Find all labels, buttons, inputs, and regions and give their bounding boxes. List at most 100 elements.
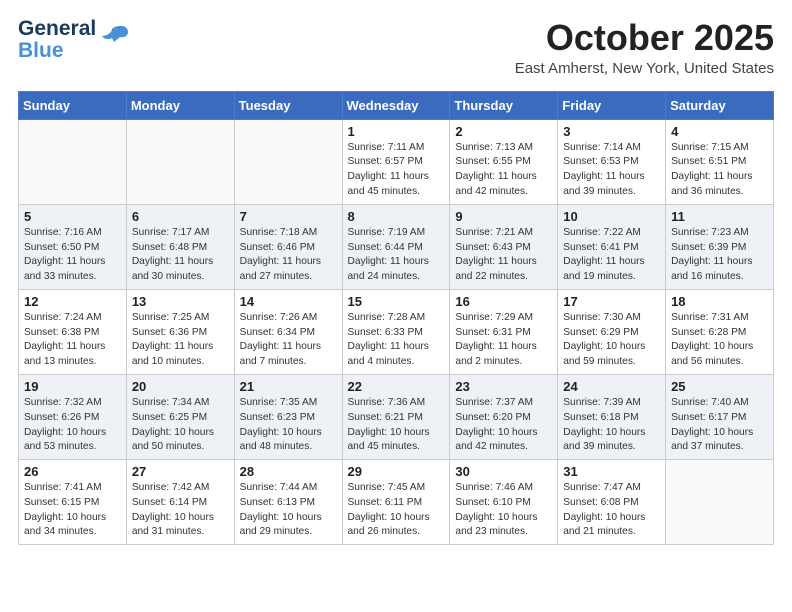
day-info: Sunrise: 7:41 AMSunset: 6:15 PMDaylight:… — [24, 481, 121, 540]
weekday-header-tuesday: Tuesday — [234, 91, 342, 119]
day-number: 26 — [24, 464, 121, 479]
weekday-header-monday: Monday — [126, 91, 234, 119]
day-number: 21 — [240, 379, 337, 394]
calendar-cell: 24Sunrise: 7:39 AMSunset: 6:18 PMDayligh… — [558, 374, 666, 459]
day-number: 5 — [24, 209, 121, 224]
day-number: 16 — [455, 294, 552, 309]
day-info: Sunrise: 7:18 AMSunset: 6:46 PMDaylight:… — [240, 226, 337, 285]
calendar-cell: 26 Sunrise: 7:41 AMSunset: 6:15 PMDayligh… — [19, 460, 127, 545]
calendar-cell: 4 Sunrise: 7:15 AMSunset: 6:51 PMDaylight… — [666, 119, 774, 204]
week-row-4: 19Sunrise: 7:32 AMSunset: 6:26 PMDayligh… — [19, 374, 774, 459]
title-block: October 2025 East Amherst, New York, Uni… — [515, 18, 774, 77]
day-info: Sunrise: 7:42 AMSunset: 6:14 PMDaylight:… — [132, 481, 229, 540]
calendar-cell: 2 Sunrise: 7:13 AMSunset: 6:55 PMDaylight… — [450, 119, 558, 204]
location: East Amherst, New York, United States — [515, 60, 774, 77]
day-number: 8 — [348, 209, 445, 224]
day-info: Sunrise: 7:21 AMSunset: 6:43 PMDaylight:… — [455, 226, 552, 285]
day-number: 23 — [455, 379, 552, 394]
day-info: Sunrise: 7:46 AMSunset: 6:10 PMDaylight:… — [455, 481, 552, 540]
calendar-cell: 6Sunrise: 7:17 AMSunset: 6:48 PMDaylight… — [126, 204, 234, 289]
day-number: 31 — [563, 464, 660, 479]
calendar-cell: 8 Sunrise: 7:19 AMSunset: 6:44 PMDaylight… — [342, 204, 450, 289]
day-info: Sunrise: 7:36 AMSunset: 6:21 PMDaylight:… — [348, 396, 445, 455]
day-number: 14 — [240, 294, 337, 309]
calendar-cell — [126, 119, 234, 204]
calendar-cell: 17 Sunrise: 7:30 AMSunset: 6:29 PMDayligh… — [558, 289, 666, 374]
day-number: 22 — [348, 379, 445, 394]
calendar-cell: 28 Sunrise: 7:44 AMSunset: 6:13 PMDayligh… — [234, 460, 342, 545]
day-info: Sunrise: 7:35 AMSunset: 6:23 PMDaylight:… — [240, 396, 337, 455]
day-info: Sunrise: 7:32 AMSunset: 6:26 PMDaylight:… — [24, 396, 121, 455]
day-info: Sunrise: 7:44 AMSunset: 6:13 PMDaylight:… — [240, 481, 337, 540]
weekday-header-wednesday: Wednesday — [342, 91, 450, 119]
day-info: Sunrise: 7:26 AMSunset: 6:34 PMDaylight:… — [240, 311, 337, 370]
day-info: Sunrise: 7:25 AMSunset: 6:36 PMDaylight:… — [132, 311, 229, 370]
calendar-cell: 21 Sunrise: 7:35 AMSunset: 6:23 PMDayligh… — [234, 374, 342, 459]
day-number: 29 — [348, 464, 445, 479]
day-number: 3 — [563, 124, 660, 139]
calendar-cell: 7 Sunrise: 7:18 AMSunset: 6:46 PMDaylight… — [234, 204, 342, 289]
calendar-cell: 10Sunrise: 7:22 AMSunset: 6:41 PMDayligh… — [558, 204, 666, 289]
day-info: Sunrise: 7:14 AMSunset: 6:53 PMDaylight:… — [563, 141, 660, 200]
day-number: 9 — [455, 209, 552, 224]
day-info: Sunrise: 7:39 AMSunset: 6:18 PMDaylight:… — [563, 396, 660, 455]
day-info: Sunrise: 7:13 AMSunset: 6:55 PMDaylight:… — [455, 141, 552, 200]
day-number: 25 — [671, 379, 768, 394]
calendar-cell: 11Sunrise: 7:23 AMSunset: 6:39 PMDayligh… — [666, 204, 774, 289]
day-info: Sunrise: 7:19 AMSunset: 6:44 PMDaylight:… — [348, 226, 445, 285]
calendar-cell — [666, 460, 774, 545]
logo: General Blue — [18, 18, 130, 62]
week-row-3: 12 Sunrise: 7:24 AMSunset: 6:38 PMDayligh… — [19, 289, 774, 374]
day-number: 12 — [24, 294, 121, 309]
calendar-cell: 3 Sunrise: 7:14 AMSunset: 6:53 PMDaylight… — [558, 119, 666, 204]
weekday-header-friday: Friday — [558, 91, 666, 119]
day-number: 1 — [348, 124, 445, 139]
logo-blue: Blue — [18, 40, 96, 62]
calendar-cell: 22 Sunrise: 7:36 AMSunset: 6:21 PMDayligh… — [342, 374, 450, 459]
calendar-cell: 9 Sunrise: 7:21 AMSunset: 6:43 PMDaylight… — [450, 204, 558, 289]
logo-bird-icon — [98, 24, 130, 52]
week-row-1: 1Sunrise: 7:11 AMSunset: 6:57 PMDaylight… — [19, 119, 774, 204]
weekday-header-row: SundayMondayTuesdayWednesdayThursdayFrid… — [19, 91, 774, 119]
day-number: 2 — [455, 124, 552, 139]
calendar-cell — [234, 119, 342, 204]
calendar-cell: 20Sunrise: 7:34 AMSunset: 6:25 PMDayligh… — [126, 374, 234, 459]
calendar-cell: 13 Sunrise: 7:25 AMSunset: 6:36 PMDayligh… — [126, 289, 234, 374]
calendar-cell: 1Sunrise: 7:11 AMSunset: 6:57 PMDaylight… — [342, 119, 450, 204]
calendar-cell: 23Sunrise: 7:37 AMSunset: 6:20 PMDayligh… — [450, 374, 558, 459]
day-number: 18 — [671, 294, 768, 309]
calendar-cell: 18 Sunrise: 7:31 AMSunset: 6:28 PMDayligh… — [666, 289, 774, 374]
day-info: Sunrise: 7:24 AMSunset: 6:38 PMDaylight:… — [24, 311, 121, 370]
calendar-cell: 15Sunrise: 7:28 AMSunset: 6:33 PMDayligh… — [342, 289, 450, 374]
calendar-cell: 29 Sunrise: 7:45 AMSunset: 6:11 PMDayligh… — [342, 460, 450, 545]
day-info: Sunrise: 7:34 AMSunset: 6:25 PMDaylight:… — [132, 396, 229, 455]
day-info: Sunrise: 7:47 AMSunset: 6:08 PMDaylight:… — [563, 481, 660, 540]
calendar-cell: 14 Sunrise: 7:26 AMSunset: 6:34 PMDayligh… — [234, 289, 342, 374]
day-number: 17 — [563, 294, 660, 309]
weekday-header-thursday: Thursday — [450, 91, 558, 119]
day-info: Sunrise: 7:17 AMSunset: 6:48 PMDaylight:… — [132, 226, 229, 285]
day-number: 28 — [240, 464, 337, 479]
calendar-cell: 27 Sunrise: 7:42 AMSunset: 6:14 PMDayligh… — [126, 460, 234, 545]
day-info: Sunrise: 7:15 AMSunset: 6:51 PMDaylight:… — [671, 141, 768, 200]
calendar-cell: 16 Sunrise: 7:29 AMSunset: 6:31 PMDayligh… — [450, 289, 558, 374]
day-number: 7 — [240, 209, 337, 224]
day-number: 4 — [671, 124, 768, 139]
day-number: 27 — [132, 464, 229, 479]
header: General Blue October 2025 East Amherst, … — [18, 18, 774, 77]
day-info: Sunrise: 7:28 AMSunset: 6:33 PMDaylight:… — [348, 311, 445, 370]
day-info: Sunrise: 7:31 AMSunset: 6:28 PMDaylight:… — [671, 311, 768, 370]
day-info: Sunrise: 7:40 AMSunset: 6:17 PMDaylight:… — [671, 396, 768, 455]
calendar-cell: 30Sunrise: 7:46 AMSunset: 6:10 PMDayligh… — [450, 460, 558, 545]
day-info: Sunrise: 7:29 AMSunset: 6:31 PMDaylight:… — [455, 311, 552, 370]
logo-general: General — [18, 18, 96, 40]
calendar-cell: 31 Sunrise: 7:47 AMSunset: 6:08 PMDayligh… — [558, 460, 666, 545]
day-info: Sunrise: 7:45 AMSunset: 6:11 PMDaylight:… — [348, 481, 445, 540]
calendar-table: SundayMondayTuesdayWednesdayThursdayFrid… — [18, 91, 774, 546]
day-info: Sunrise: 7:16 AMSunset: 6:50 PMDaylight:… — [24, 226, 121, 285]
day-info: Sunrise: 7:30 AMSunset: 6:29 PMDaylight:… — [563, 311, 660, 370]
day-number: 13 — [132, 294, 229, 309]
weekday-header-saturday: Saturday — [666, 91, 774, 119]
week-row-2: 5 Sunrise: 7:16 AMSunset: 6:50 PMDaylight… — [19, 204, 774, 289]
day-number: 10 — [563, 209, 660, 224]
